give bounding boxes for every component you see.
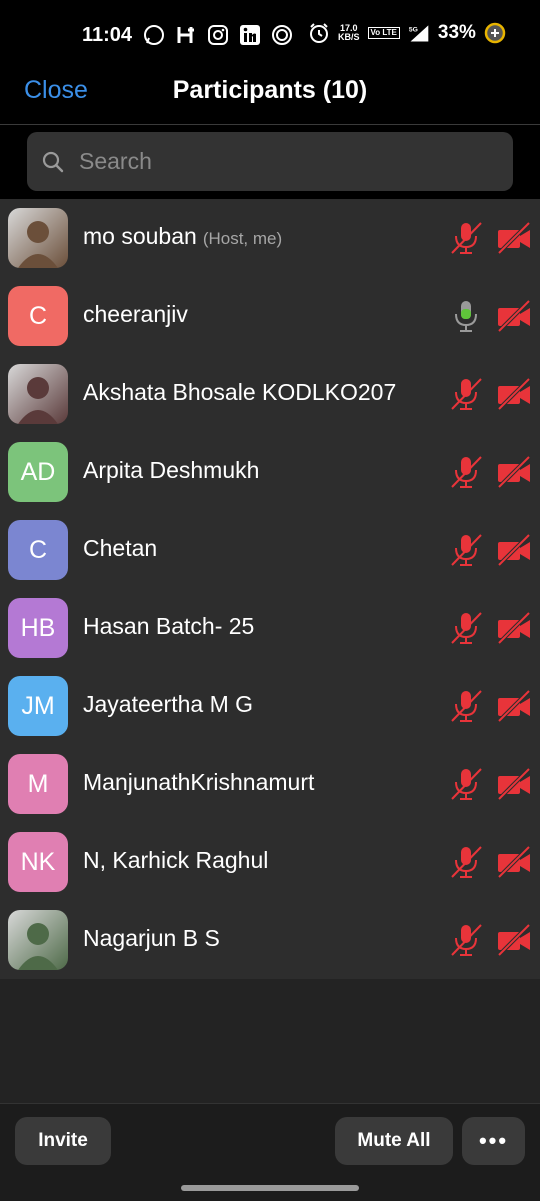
mic-muted-icon[interactable] xyxy=(448,922,484,958)
participant-row[interactable]: NK N, Karhick Raghul xyxy=(0,823,540,901)
mic-muted-icon[interactable] xyxy=(448,376,484,412)
video-off-icon[interactable] xyxy=(496,611,532,645)
mic-muted-icon[interactable] xyxy=(448,688,484,724)
linkedin-icon xyxy=(239,24,261,46)
signal-icon: 5G xyxy=(408,22,430,44)
mic-muted-icon[interactable] xyxy=(448,844,484,880)
video-off-icon[interactable] xyxy=(496,455,532,489)
mic-muted-icon[interactable] xyxy=(448,220,484,256)
participant-name-text: mo souban xyxy=(83,223,197,249)
avatar xyxy=(8,910,68,970)
status-time: 11:04 xyxy=(82,24,133,46)
avatar: HB xyxy=(8,598,68,658)
video-off-icon[interactable] xyxy=(496,923,532,957)
network-speed: 17.0 KB/S xyxy=(338,23,360,42)
circle-app-icon xyxy=(271,24,293,46)
participant-name: mo souban (Host, me) xyxy=(83,223,282,250)
h-app-icon xyxy=(175,24,197,46)
video-off-icon[interactable] xyxy=(496,533,532,567)
status-bar: 11:04 17.0 KB/S Vo LTE 5G 33% xyxy=(0,0,540,70)
video-off-icon[interactable] xyxy=(496,299,532,333)
participant-name: Chetan xyxy=(83,535,157,562)
video-off-icon[interactable] xyxy=(496,767,532,801)
participant-name: cheeranjiv xyxy=(83,301,188,328)
mute-all-button[interactable]: Mute All xyxy=(335,1117,453,1165)
header-bar: Close Participants (10) xyxy=(0,70,540,125)
participant-name-text: Nagarjun B S xyxy=(83,925,220,951)
participant-row[interactable]: JM Jayateertha M G xyxy=(0,667,540,745)
volte-badge: Vo LTE xyxy=(367,27,400,39)
avatar: NK xyxy=(8,832,68,892)
participant-row[interactable]: M ManjunathKrishnamurt xyxy=(0,745,540,823)
avatar: C xyxy=(8,520,68,580)
participant-row[interactable]: HB Hasan Batch- 25 xyxy=(0,589,540,667)
participant-name-text: Akshata Bhosale KODLKO207 xyxy=(83,379,397,405)
more-options-button[interactable]: ••• xyxy=(462,1117,525,1165)
search-box[interactable] xyxy=(27,132,513,191)
bottom-toolbar: Invite Mute All ••• xyxy=(0,1103,540,1201)
mic-muted-icon[interactable] xyxy=(448,454,484,490)
video-off-icon[interactable] xyxy=(496,845,532,879)
search-section xyxy=(0,125,540,199)
search-input[interactable] xyxy=(77,147,481,176)
instagram-icon xyxy=(207,24,229,46)
avatar xyxy=(8,208,68,268)
battery-percent: 33% xyxy=(437,22,476,43)
participant-row[interactable]: Ccheeranjiv xyxy=(0,277,540,355)
participant-name-text: Jayateertha M G xyxy=(83,691,254,717)
participant-name: Nagarjun B S xyxy=(83,925,220,952)
network-type: 5G xyxy=(409,26,418,33)
participant-row[interactable]: AD Arpita Deshmukh xyxy=(0,433,540,511)
mic-muted-icon[interactable] xyxy=(448,532,484,568)
participant-name-text: ManjunathKrishnamurt xyxy=(83,769,315,795)
participant-name: ManjunathKrishnamurt xyxy=(83,769,314,796)
mic-muted-icon[interactable] xyxy=(448,766,484,802)
participant-row[interactable]: Nagarjun B S xyxy=(0,901,540,979)
participant-name-text: Chetan xyxy=(83,535,158,561)
video-off-icon[interactable] xyxy=(496,689,532,723)
participant-name: N, Karhick Raghul xyxy=(83,847,268,874)
invite-button[interactable]: Invite xyxy=(15,1117,111,1165)
participant-name: Akshata Bhosale KODLKO207 xyxy=(83,379,396,406)
mic-muted-icon[interactable] xyxy=(448,610,484,646)
participant-name: Hasan Batch- 25 xyxy=(83,613,254,640)
system-status: 17.0 KB/S Vo LTE 5G 33% xyxy=(308,22,506,44)
participant-name: Arpita Deshmukh xyxy=(83,457,259,484)
battery-saver-icon xyxy=(484,22,506,44)
avatar: JM xyxy=(8,676,68,736)
alarm-icon xyxy=(308,22,330,44)
participant-name-text: Arpita Deshmukh xyxy=(83,457,260,483)
participant-row[interactable]: C Chetan xyxy=(0,511,540,589)
participants-list: mo souban (Host, me) Ccheeranjiv Akshata Bh… xyxy=(0,199,540,979)
whatsapp-icon xyxy=(143,24,165,46)
participant-row[interactable]: mo souban (Host, me) xyxy=(0,199,540,277)
avatar: C xyxy=(8,286,68,346)
host-tag: (Host, me) xyxy=(202,229,283,248)
participant-row[interactable]: Akshata Bhosale KODLKO207 xyxy=(0,355,540,433)
page-title: Participants (10) xyxy=(172,76,368,104)
notification-icons xyxy=(143,24,293,46)
avatar: AD xyxy=(8,442,68,502)
avatar xyxy=(8,364,68,424)
video-off-icon[interactable] xyxy=(496,377,532,411)
participant-name: Jayateertha M G xyxy=(83,691,253,718)
participant-name-text: N, Karhick Raghul xyxy=(83,847,269,873)
mic-on-icon[interactable] xyxy=(448,298,484,334)
participant-name-text: cheeranjiv xyxy=(83,301,188,327)
avatar: M xyxy=(8,754,68,814)
participant-name-text: Hasan Batch- 25 xyxy=(83,613,255,639)
video-off-icon[interactable] xyxy=(496,221,532,255)
home-indicator[interactable] xyxy=(181,1185,359,1191)
search-icon xyxy=(41,150,65,174)
